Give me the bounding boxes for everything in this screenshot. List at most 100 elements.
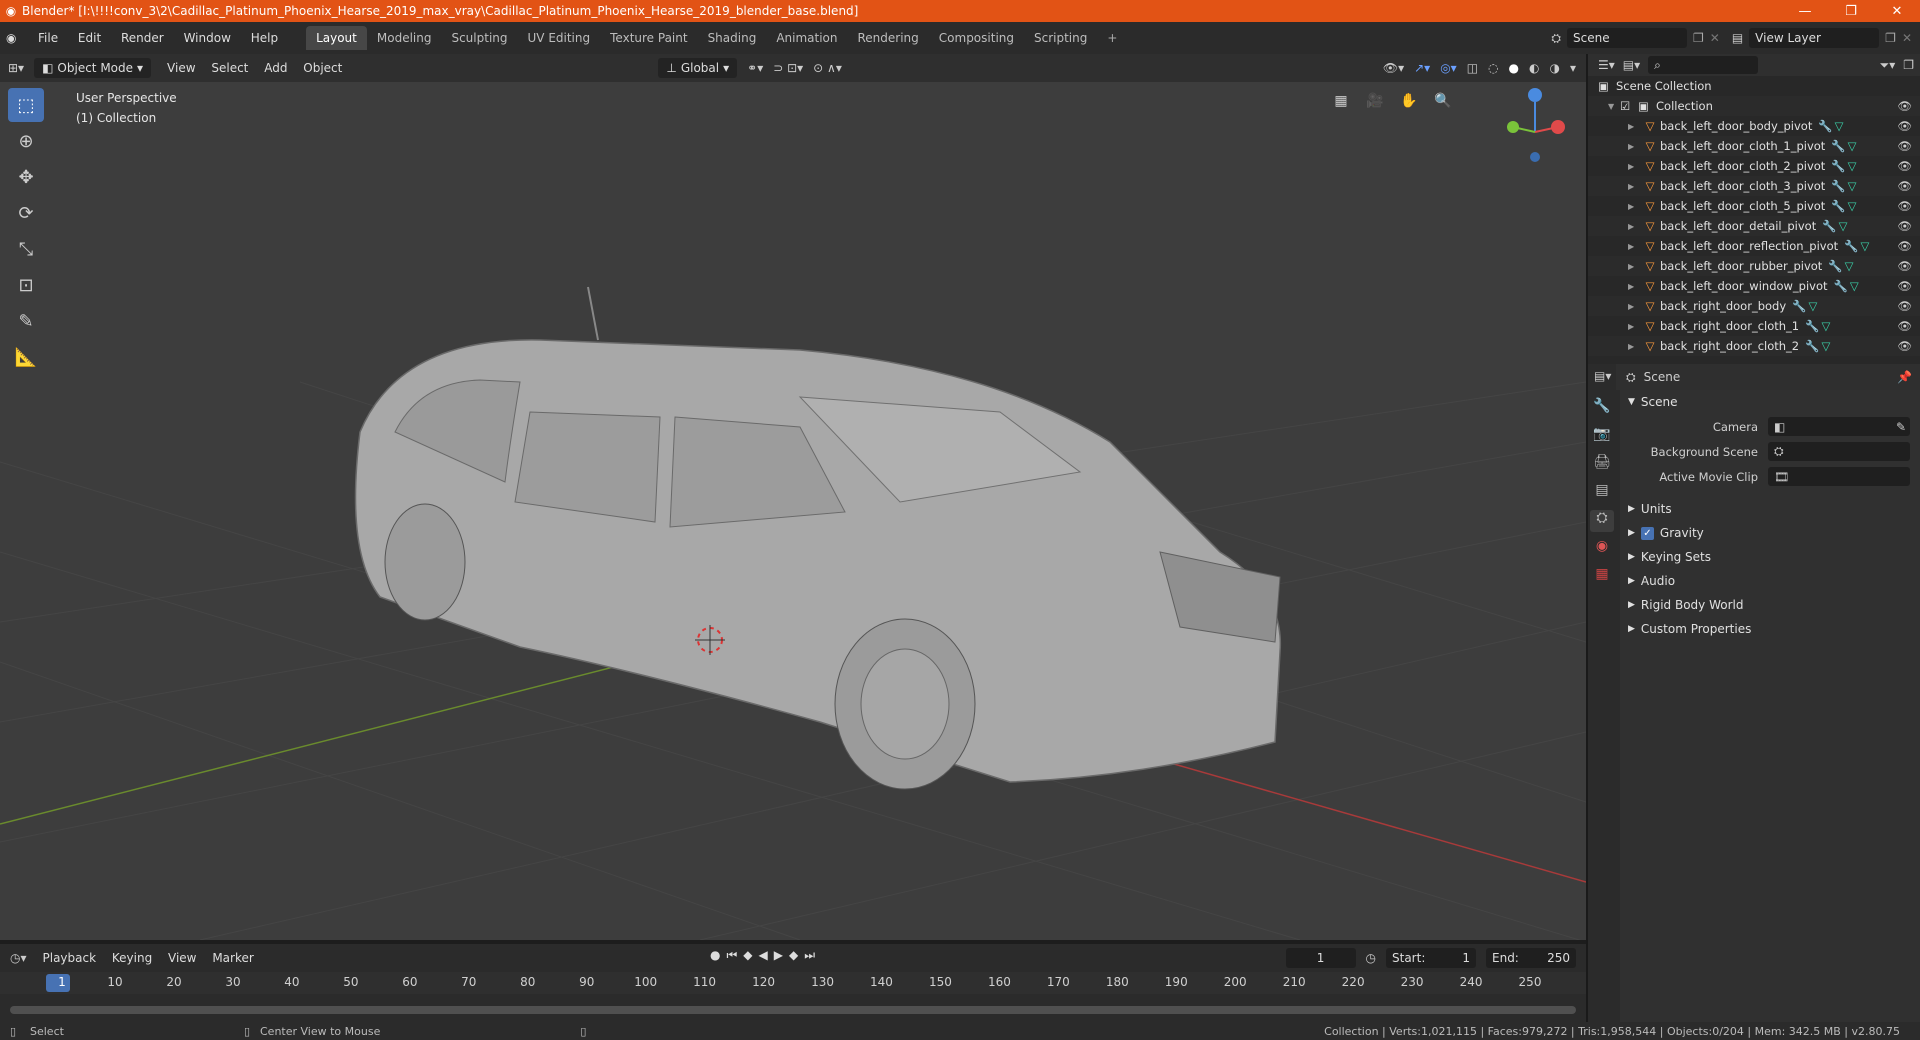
tab-shading[interactable]: Shading [698, 26, 767, 50]
texture-tab-icon[interactable]: ▦ [1595, 566, 1608, 588]
rotate-tool[interactable]: ⟳ [8, 196, 44, 230]
prev-keyframe-icon[interactable]: ◆ [743, 948, 752, 963]
expand-triangle-icon[interactable]: ▶ [1628, 322, 1640, 331]
jump-start-icon[interactable]: ⏮ [726, 948, 737, 963]
modifier-wrench-icon[interactable]: 🔧 [1818, 119, 1832, 133]
outliner-object-row[interactable]: ▶ ▽ back_left_door_detail_pivot 🔧 ▽ 👁 [1588, 216, 1920, 236]
pivot-point-icon[interactable]: ⚭▾ [747, 61, 763, 75]
pan-hand-icon[interactable]: ✋ [1396, 88, 1422, 114]
modifier-wrench-icon[interactable]: 🔧 [1805, 319, 1819, 333]
modifier-wrench-icon[interactable]: 🔧 [1805, 339, 1819, 353]
remove-view-layer-icon[interactable]: ✕ [1902, 31, 1912, 45]
outliner-object-row[interactable]: ▶ ▽ back_left_door_window_pivot 🔧 ▽ 👁 [1588, 276, 1920, 296]
tab-uv-editing[interactable]: UV Editing [518, 26, 601, 50]
menu-help[interactable]: Help [243, 31, 286, 45]
end-frame-field[interactable]: End: 250 [1486, 948, 1576, 968]
scene-collection-row[interactable]: ▣ Scene Collection [1588, 76, 1920, 96]
menu-select[interactable]: Select [205, 61, 254, 75]
mesh-data-icon[interactable]: ▽ [1821, 339, 1830, 353]
tab-compositing[interactable]: Compositing [929, 26, 1024, 50]
modifier-wrench-icon[interactable]: 🔧 [1831, 139, 1845, 153]
next-keyframe-icon[interactable]: ◆ [789, 948, 798, 963]
camera-view-icon[interactable]: 🎥 [1362, 88, 1388, 114]
menu-window[interactable]: Window [176, 31, 239, 45]
tool-tab-icon[interactable]: 🔧 [1593, 398, 1610, 420]
eye-icon[interactable]: 👁 [1897, 339, 1912, 353]
mesh-data-icon[interactable]: ▽ [1808, 299, 1817, 313]
expand-triangle-icon[interactable]: ▶ [1628, 182, 1640, 191]
eye-icon[interactable]: 👁 [1897, 159, 1912, 173]
menu-view[interactable]: View [161, 61, 201, 75]
eye-icon[interactable]: 👁 [1897, 139, 1912, 153]
outliner-object-row[interactable]: ▶ ▽ back_left_door_body_pivot 🔧 ▽ 👁 [1588, 116, 1920, 136]
custom-properties-panel-header[interactable]: ▶ Custom Properties [1620, 617, 1920, 641]
outliner-object-row[interactable]: ▶ ▽ back_left_door_reflection_pivot 🔧 ▽ 👁 [1588, 236, 1920, 256]
menu-timeline-view[interactable]: View [162, 951, 202, 965]
mesh-data-icon[interactable]: ▽ [1835, 119, 1844, 133]
new-collection-icon[interactable]: ❐ [1903, 58, 1914, 72]
units-panel-header[interactable]: ▶ Units [1620, 497, 1920, 521]
expand-triangle-icon[interactable]: ▶ [1628, 282, 1640, 291]
cursor-tool[interactable]: ⊕ [8, 124, 44, 158]
rendered-shading-icon[interactable]: ◑ [1549, 61, 1559, 75]
output-tab-icon[interactable]: 🖨 [1593, 454, 1611, 476]
transform-tool[interactable]: ⊡ [8, 268, 44, 302]
zoom-icon[interactable]: 🔍 [1430, 88, 1456, 114]
record-icon[interactable]: ● [710, 948, 720, 963]
mesh-data-icon[interactable]: ▽ [1848, 139, 1857, 153]
xray-icon[interactable]: ◫ [1467, 61, 1478, 75]
outliner-object-row[interactable]: ▶ ▽ back_left_door_cloth_1_pivot 🔧 ▽ 👁 [1588, 136, 1920, 156]
camera-field[interactable]: ◧ ✎ [1768, 417, 1910, 436]
modifier-wrench-icon[interactable]: 🔧 [1834, 279, 1848, 293]
menu-file[interactable]: File [30, 31, 66, 45]
tab-sculpting[interactable]: Sculpting [441, 26, 517, 50]
menu-object[interactable]: Object [297, 61, 348, 75]
mesh-data-icon[interactable]: ▽ [1850, 279, 1859, 293]
outliner-search-input[interactable]: ⌕ [1648, 56, 1759, 74]
mesh-data-icon[interactable]: ▽ [1848, 159, 1857, 173]
modifier-wrench-icon[interactable]: 🔧 [1831, 159, 1845, 173]
outliner-object-row[interactable]: ▶ ▽ back_left_door_cloth_3_pivot 🔧 ▽ 👁 [1588, 176, 1920, 196]
new-view-layer-icon[interactable]: ❐ [1885, 31, 1896, 45]
start-frame-field[interactable]: Start: 1 [1386, 948, 1476, 968]
tab-layout[interactable]: Layout [306, 26, 367, 50]
pin-icon[interactable]: 📌 [1897, 370, 1912, 384]
eye-icon[interactable]: 👁 [1897, 259, 1912, 273]
snap-icon[interactable]: ⊃ ⊡▾ [773, 61, 803, 75]
view-layer-selector[interactable]: View Layer [1749, 28, 1880, 48]
navigation-gizmo[interactable] [1507, 88, 1565, 162]
add-workspace-button[interactable]: + [1097, 26, 1127, 50]
outliner-object-row[interactable]: ▶ ▽ back_left_door_rubber_pivot 🔧 ▽ 👁 [1588, 256, 1920, 276]
editor-type-icon[interactable]: ⊞▾ [8, 61, 24, 75]
mesh-data-icon[interactable]: ▽ [1848, 199, 1857, 213]
eye-icon[interactable]: 👁 [1897, 219, 1912, 233]
gizmo-icon[interactable]: ↗▾ [1414, 61, 1430, 75]
outliner-object-row[interactable]: ▶ ▽ back_right_door_cloth_2 🔧 ▽ 👁 [1588, 336, 1920, 356]
menu-keying[interactable]: Keying [106, 951, 158, 965]
shading-options-icon[interactable]: ▾ [1570, 61, 1576, 75]
scale-tool[interactable]: ⤡ [8, 232, 44, 266]
gravity-checkbox[interactable]: ✓ [1640, 526, 1654, 540]
tab-rendering[interactable]: Rendering [848, 26, 929, 50]
expand-triangle-icon[interactable]: ▶ [1628, 242, 1640, 251]
modifier-wrench-icon[interactable]: 🔧 [1831, 179, 1845, 193]
remove-scene-icon[interactable]: ✕ [1710, 31, 1720, 45]
display-mode-icon[interactable]: ▤▾ [1623, 58, 1640, 72]
select-box-tool[interactable]: ⬚ [8, 88, 44, 122]
rigid-body-world-panel-header[interactable]: ▶ Rigid Body World [1620, 593, 1920, 617]
mesh-data-icon[interactable]: ▽ [1848, 179, 1857, 193]
timeline-editor-type-icon[interactable]: ◷▾ [10, 951, 27, 965]
checkbox-icon[interactable]: ☑ [1620, 99, 1638, 113]
gravity-panel-header[interactable]: ▶ ✓ Gravity [1620, 521, 1920, 545]
3d-viewport[interactable]: ⬚ ⊕ ✥ ⟳ ⤡ ⊡ ✎ 📐 User Perspective (1) Col… [0, 82, 1586, 940]
modifier-wrench-icon[interactable]: 🔧 [1844, 239, 1858, 253]
expand-triangle-icon[interactable]: ▶ [1628, 202, 1640, 211]
menu-playback[interactable]: Playback [37, 951, 103, 965]
eye-icon[interactable]: 👁 [1897, 179, 1912, 193]
menu-render[interactable]: Render [113, 31, 172, 45]
outliner-editor-type-icon[interactable]: ☰▾ [1598, 58, 1615, 72]
mesh-data-icon[interactable]: ▽ [1845, 259, 1854, 273]
outliner-object-row[interactable]: ▶ ▽ back_right_door_body 🔧 ▽ 👁 [1588, 296, 1920, 316]
render-tab-icon[interactable]: 📷 [1593, 426, 1610, 448]
transform-orientation-selector[interactable]: ⊥ Global ▾ [658, 58, 738, 78]
